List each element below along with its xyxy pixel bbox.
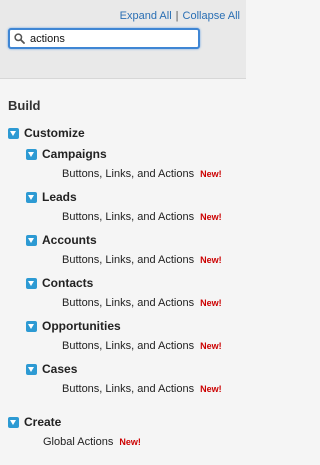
new-badge: New! bbox=[200, 298, 222, 308]
collapse-arrow-icon[interactable] bbox=[8, 416, 19, 428]
quick-find-input[interactable] bbox=[30, 30, 190, 47]
new-badge: New! bbox=[119, 437, 141, 447]
tree-leaf-contacts-buttons[interactable]: Buttons, Links, and Actions New! bbox=[62, 295, 222, 311]
tree-node-accounts[interactable]: Accounts bbox=[26, 232, 97, 248]
build-section-title: Build bbox=[8, 98, 41, 113]
tree-node-create[interactable]: Create bbox=[8, 414, 61, 430]
tree-node-label[interactable]: Leads bbox=[42, 190, 77, 204]
expand-collapse-links: Expand All | Collapse All bbox=[120, 10, 240, 22]
tree-leaf-cases-buttons[interactable]: Buttons, Links, and Actions New! bbox=[62, 381, 222, 397]
new-badge: New! bbox=[200, 341, 222, 351]
tree-node-label[interactable]: Contacts bbox=[42, 276, 93, 290]
tree-leaf-leads-buttons[interactable]: Buttons, Links, and Actions New! bbox=[62, 209, 222, 225]
expand-all-link[interactable]: Expand All bbox=[120, 10, 172, 22]
collapse-all-link[interactable]: Collapse All bbox=[183, 10, 240, 22]
new-badge: New! bbox=[200, 384, 222, 394]
tree-leaf-campaigns-buttons[interactable]: Buttons, Links, and Actions New! bbox=[62, 166, 222, 182]
tree-node-opportunities[interactable]: Opportunities bbox=[26, 318, 121, 334]
tree-leaf-link[interactable]: Buttons, Links, and Actions bbox=[62, 211, 194, 223]
links-separator: | bbox=[175, 10, 179, 22]
tree-leaf-link[interactable]: Buttons, Links, and Actions bbox=[62, 297, 194, 309]
new-badge: New! bbox=[200, 255, 222, 265]
tree-leaf-link[interactable]: Buttons, Links, and Actions bbox=[62, 340, 194, 352]
tree-node-customize[interactable]: Customize bbox=[8, 125, 85, 141]
tree-node-label[interactable]: Customize bbox=[24, 126, 85, 140]
tree-node-campaigns[interactable]: Campaigns bbox=[26, 146, 107, 162]
top-toolbar: Expand All | Collapse All bbox=[0, 0, 246, 79]
tree-leaf-link[interactable]: Buttons, Links, and Actions bbox=[62, 383, 194, 395]
tree-leaf-link[interactable]: Buttons, Links, and Actions bbox=[62, 168, 194, 180]
search-icon bbox=[14, 33, 25, 44]
tree-leaf-opportunities-buttons[interactable]: Buttons, Links, and Actions New! bbox=[62, 338, 222, 354]
new-badge: New! bbox=[200, 212, 222, 222]
collapse-arrow-icon[interactable] bbox=[8, 127, 19, 139]
new-badge: New! bbox=[200, 169, 222, 179]
tree-node-label[interactable]: Accounts bbox=[42, 233, 97, 247]
tree-node-label[interactable]: Campaigns bbox=[42, 147, 107, 161]
collapse-arrow-icon[interactable] bbox=[26, 234, 37, 246]
collapse-arrow-icon[interactable] bbox=[26, 277, 37, 289]
tree-node-contacts[interactable]: Contacts bbox=[26, 275, 93, 291]
tree-node-label[interactable]: Create bbox=[24, 415, 61, 429]
collapse-arrow-icon[interactable] bbox=[26, 148, 37, 160]
tree-leaf-link[interactable]: Global Actions bbox=[43, 436, 113, 448]
tree-node-label[interactable]: Opportunities bbox=[42, 319, 121, 333]
tree-leaf-link[interactable]: Buttons, Links, and Actions bbox=[62, 254, 194, 266]
collapse-arrow-icon[interactable] bbox=[26, 191, 37, 203]
collapse-arrow-icon[interactable] bbox=[26, 320, 37, 332]
tree-leaf-accounts-buttons[interactable]: Buttons, Links, and Actions New! bbox=[62, 252, 222, 268]
collapse-arrow-icon[interactable] bbox=[26, 363, 37, 375]
tree-node-cases[interactable]: Cases bbox=[26, 361, 77, 377]
quick-find-box[interactable] bbox=[8, 28, 200, 49]
tree-node-leads[interactable]: Leads bbox=[26, 189, 77, 205]
tree-leaf-global-actions[interactable]: Global Actions New! bbox=[43, 434, 141, 450]
tree-node-label[interactable]: Cases bbox=[42, 362, 77, 376]
